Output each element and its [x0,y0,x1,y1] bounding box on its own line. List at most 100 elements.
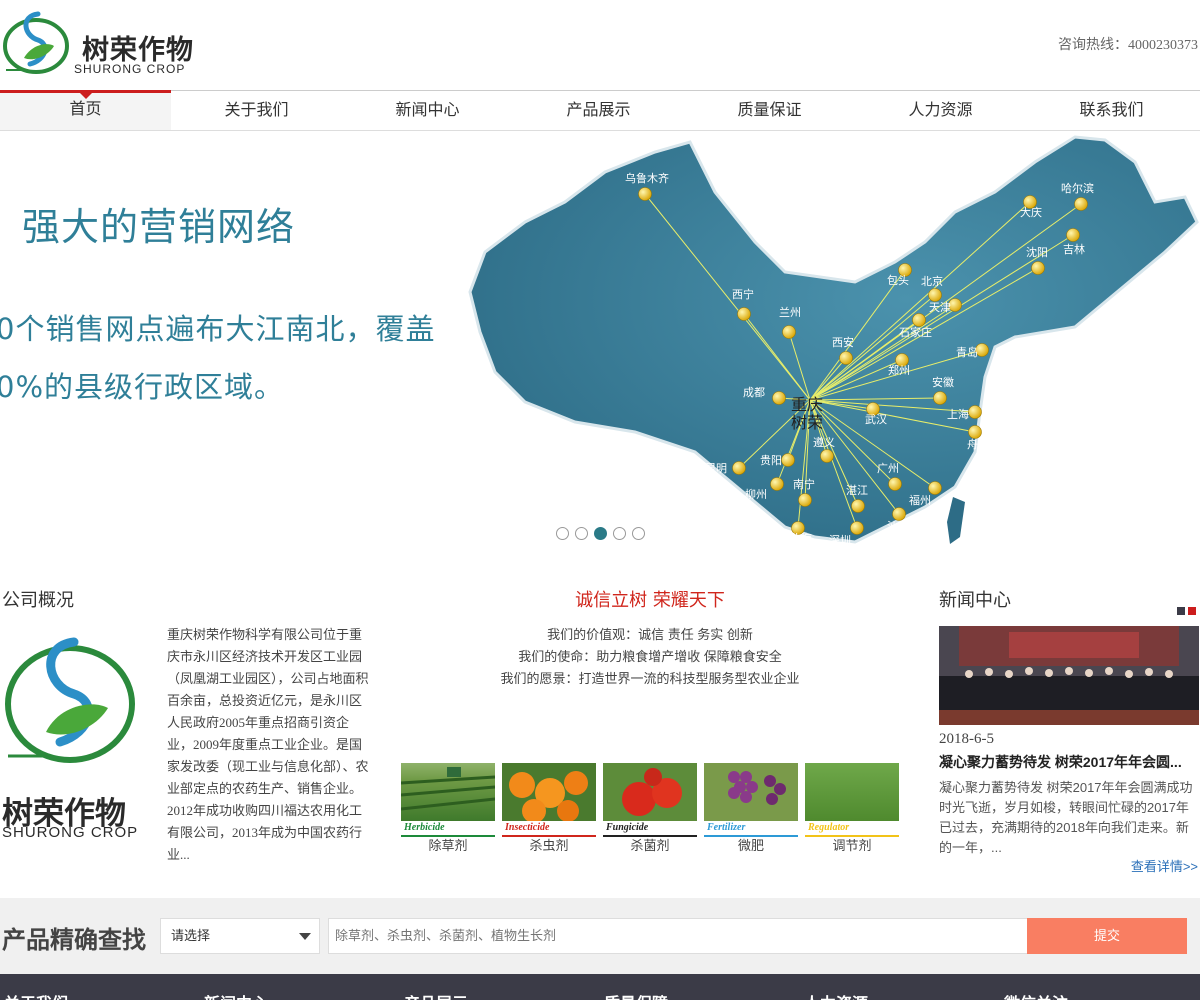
footer-link-hr[interactable]: 人力资源 [804,990,1004,1000]
nav-item-news[interactable]: 新闻中心 [342,91,513,131]
slide-dot[interactable] [632,527,645,540]
field-rows-icon [401,767,495,811]
nav-label: 人力资源 [908,102,973,119]
nav-label: 产品展示 [566,102,631,119]
footer-link-about[interactable]: 关于我们 [4,990,204,1000]
news-more-link[interactable]: 查看详情>> [1131,856,1198,875]
nav-item-home[interactable]: 首页 [0,90,171,130]
news-summary: 凝心聚力蓄势待发 树荣2017年年会圆满成功时光飞逝，岁月如梭，转眼间忙碌的20… [939,780,1193,855]
product-fertilizer[interactable]: Fertilizer 微肥 [704,763,798,855]
category-select[interactable]: 请选择 [160,918,320,954]
search-input[interactable] [328,918,1028,954]
city-label: 哈尔滨 [1061,181,1094,195]
select-value: 请选择 [171,928,211,943]
city-marker-icon [1066,228,1080,242]
city-label: 西宁 [732,287,754,301]
hero-banner[interactable]: 强大的营销网络 0个销售网点遍布大江南北，覆盖 0%的县级行政区域。 乌鲁木齐西… [0,132,1200,554]
slogan-title: 诚信立树 荣耀天下 [575,590,725,611]
city-marker-icon [732,461,746,475]
slide-dot[interactable] [575,527,588,540]
city-label: 上海 [947,407,969,421]
product-categories: Herbicide 除草剂 Insecticide 杀虫剂 Fungicide … [401,763,899,855]
city-label: 深圳 [829,534,851,547]
nav-item-quality[interactable]: 质量保证 [684,91,855,131]
footer-link-wechat[interactable]: 微信关注 [1004,990,1200,1000]
vision-line: 我们的愿景：打造世界一流的科技型服务型农业企业 [500,671,800,686]
city-marker-icon [638,187,652,201]
city-label: 天津 [929,301,951,314]
nav-item-contact[interactable]: 联系我们 [1026,91,1197,131]
news-pager-dot-active[interactable] [1188,607,1196,615]
city-marker-icon [798,493,812,507]
news-photo[interactable] [939,626,1199,725]
city-label: 安徽 [932,375,954,389]
city-label: 遵义 [813,435,835,449]
news-pager [1177,607,1196,615]
product-regulator[interactable]: Regulator 调节剂 [805,763,899,855]
news-pager-dot[interactable] [1177,607,1185,615]
submit-button[interactable]: 提交 [1027,918,1187,954]
shurong-large-logo-icon [5,637,135,763]
city-label: 昆明 [705,462,727,475]
product-cn-label: 杀虫剂 [529,838,569,853]
company-logo: 树荣作物 SHURONG CROP [2,632,154,842]
slide-dot-active[interactable] [594,527,607,540]
slide-dot[interactable] [613,527,626,540]
grapes-icon [728,771,786,805]
footer-links: 关于我们 新闻中心 产品展示 质量保障 人力资源 微信关注 [4,990,1200,1000]
shurong-logo-icon [3,11,69,74]
site-logo[interactable]: 树荣作物 SHURONG CROP [2,8,202,76]
news-headline[interactable]: 凝心聚力蓄势待发 树荣2017年年会圆... [939,752,1199,772]
footer-link-news[interactable]: 新闻中心 [204,990,404,1000]
city-label: 青岛 [956,345,978,359]
city-marker-icon [892,507,906,521]
city-marker-icon [782,325,796,339]
city-marker-icon [820,449,834,463]
news-section-title: 新闻中心 [939,590,1011,611]
nav-item-products[interactable]: 产品展示 [513,91,684,131]
city-label: 成都 [743,386,765,399]
city-marker-icon [781,453,795,467]
taiwan-shape [947,497,965,544]
footer-link-products[interactable]: 产品展示 [404,990,604,1000]
product-en-label: Regulator [805,821,899,837]
banner-title: 强大的营销网络 [22,205,296,249]
nav-item-hr[interactable]: 人力资源 [855,91,1026,131]
city-marker-icon [888,477,902,491]
city-marker-icon [968,405,982,419]
nav-label: 首页 [69,101,102,118]
city-marker-icon [851,499,865,513]
city-label: 舟山 [967,437,989,451]
news-date: 2018-6-5 [939,731,994,747]
product-insecticide[interactable]: Insecticide 杀虫剂 [502,763,596,855]
city-marker-icon [912,313,926,327]
city-label: 大庆 [1020,205,1042,219]
product-herbicide[interactable]: Herbicide 除草剂 [401,763,495,855]
city-marker-icon [737,307,751,321]
banner-text-line-2: 0%的县级行政区域。 [0,370,285,404]
city-marker-icon [933,391,947,405]
nav-label: 新闻中心 [395,102,460,119]
fungicide-image [603,763,697,821]
product-en-label: Insecticide [502,821,596,837]
city-label: 武汉 [865,413,887,426]
banner-text-line-1: 0个销售网点遍布大江南北，覆盖 [0,312,436,346]
city-label: 北京 [921,274,943,288]
nav-item-about[interactable]: 关于我们 [171,91,342,131]
slide-dot[interactable] [556,527,569,540]
city-label: 柳州 [745,487,767,501]
product-en-label: Herbicide [401,821,495,837]
nav-label: 关于我们 [224,102,289,119]
company-section-title: 公司概况 [2,590,74,611]
oranges-icon [509,771,588,821]
footer-link-quality[interactable]: 质量保障 [604,990,804,1000]
city-label: 郑州 [888,363,910,377]
product-fungicide[interactable]: Fungicide 杀菌剂 [603,763,697,855]
city-label: 南宁 [793,477,815,491]
city-label: 石家庄 [899,325,932,339]
logo-english-name: SHURONG CROP [74,62,186,76]
active-caret-icon [78,92,93,99]
search-label: 产品精确查找 [2,926,146,954]
company-values: 我们的价值观：诚信 责任 务实 创新 我们的使命：助力粮食增产增收 保障粮食安全… [400,624,900,690]
city-marker-icon [839,351,853,365]
